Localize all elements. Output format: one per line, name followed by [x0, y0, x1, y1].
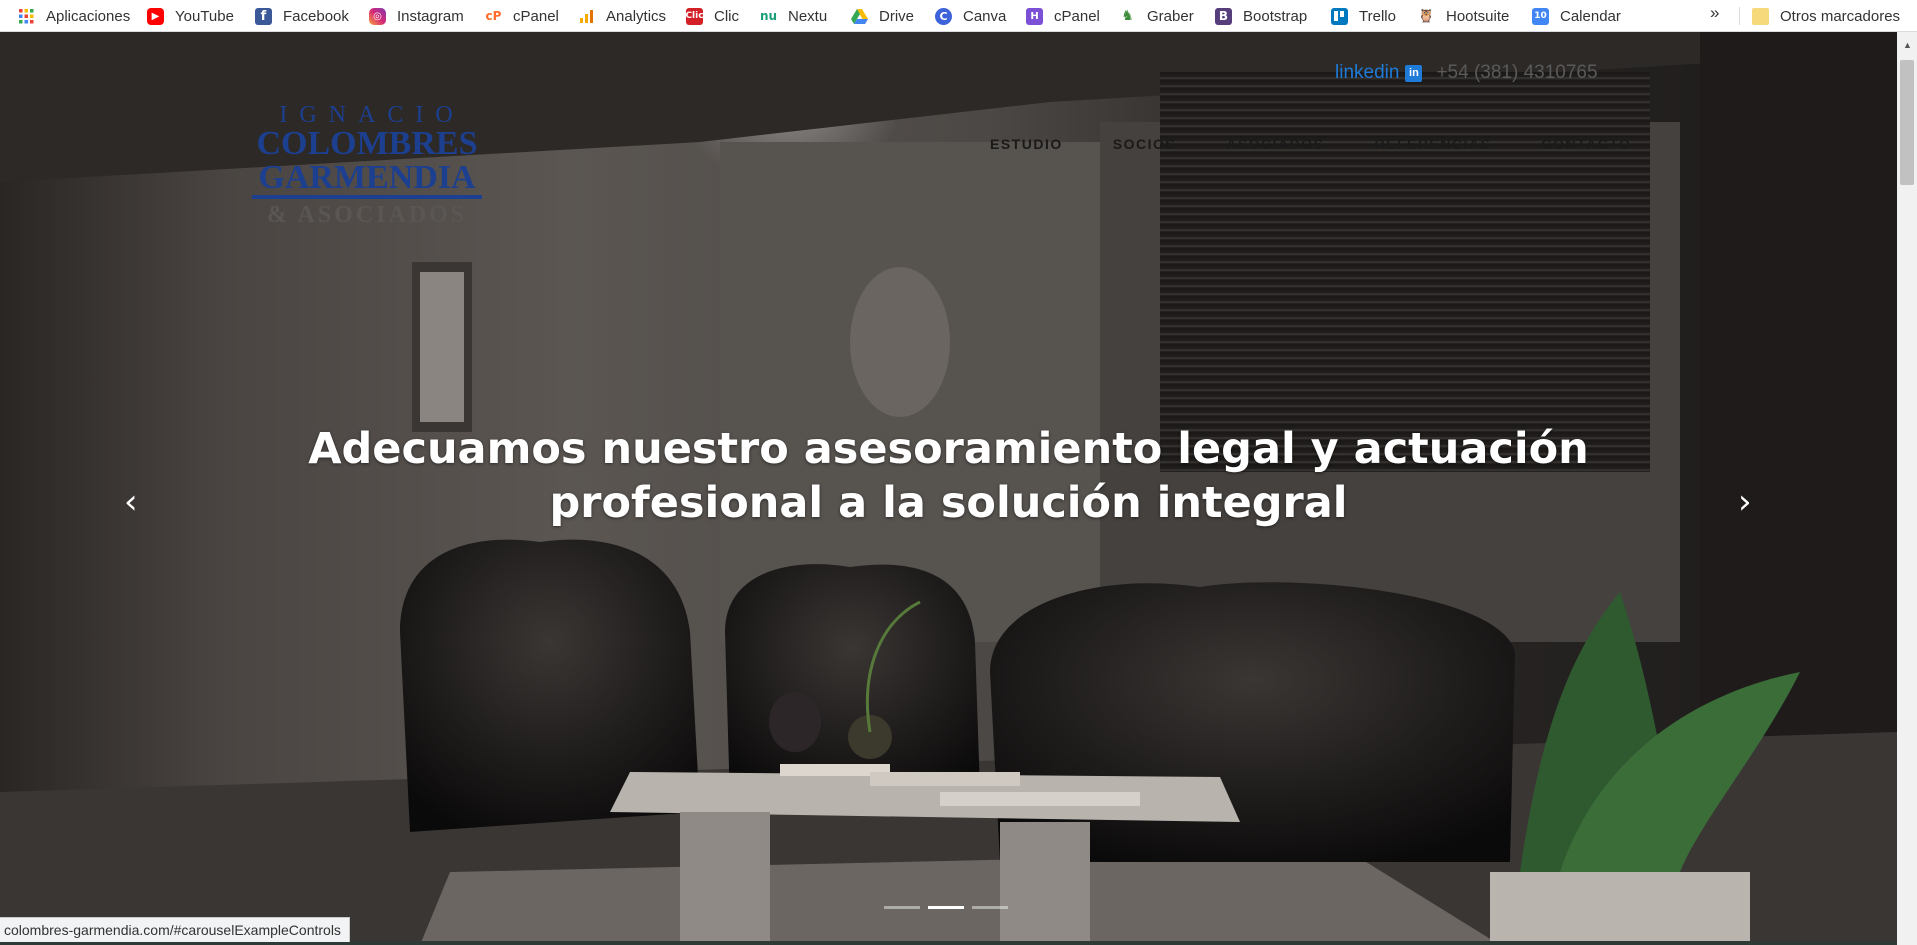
scrollbar-thumb[interactable] [1900, 60, 1914, 185]
scroll-up-arrow-icon[interactable]: ▲ [1903, 40, 1912, 50]
status-url: colombres-garmendia.com/#carouselExample… [0, 917, 350, 942]
bookmark-label: Calendar [1560, 7, 1621, 25]
bookmark-trello[interactable]: Trello [1331, 5, 1396, 27]
bookmark-clic[interactable]: Clic Clic [685, 5, 739, 27]
folder-icon [1752, 7, 1769, 25]
nav-asociados[interactable]: ASOCIADOS [1226, 136, 1324, 152]
calendar-icon: 10 [1532, 7, 1549, 25]
trello-icon [1331, 7, 1348, 25]
main-nav: ESTUDIO SOCIOS ASOCIADOS REFERENCIAS CON… [990, 136, 1681, 152]
phone-number[interactable]: +54 (381) 4310765 [1436, 62, 1597, 84]
graber-icon: ♞ [1121, 8, 1134, 24]
bookmark-aplicaciones[interactable]: Aplicaciones [18, 5, 130, 27]
nav-referencias[interactable]: REFERENCIAS [1375, 136, 1492, 152]
carousel-indicator-1[interactable] [884, 906, 920, 909]
bookmark-bootstrap[interactable]: B Bootstrap [1215, 5, 1307, 27]
nav-estudio[interactable]: ESTUDIO [990, 136, 1063, 152]
header-contact: linkedin in +54 (381) 4310765 [1335, 62, 1598, 84]
bookmark-cpanel-2[interactable]: H cPanel [1026, 5, 1100, 27]
nav-socios[interactable]: SOCIOS [1113, 136, 1176, 152]
cpanel-icon: cP [485, 9, 502, 23]
bookmark-label: Drive [879, 7, 915, 25]
bookmarks-overflow-chevron[interactable]: » [1710, 3, 1719, 23]
logo-rule [252, 195, 482, 199]
logo-line-asociados: & ASOCIADOS [267, 202, 467, 228]
hero-headline-line-1: Adecuamos nuestro asesoramiento legal y … [308, 424, 1589, 474]
carousel-indicators [884, 906, 1016, 909]
bookmark-otros-marcadores[interactable]: Otros marcadores [1752, 5, 1900, 27]
bookmark-label: Otros marcadores [1780, 7, 1901, 25]
bookmark-label: Facebook [283, 7, 349, 25]
bookmark-facebook[interactable]: f Facebook [255, 5, 349, 27]
hero-headline: Adecuamos nuestro asesoramiento legal y … [300, 422, 1597, 530]
bootstrap-icon: B [1215, 7, 1232, 25]
carousel-prev-chevron-icon[interactable]: ‹ [124, 482, 138, 522]
bookmark-drive[interactable]: Drive [851, 5, 914, 27]
bookmark-label: Instagram [397, 7, 464, 25]
bookmark-label: Hootsuite [1446, 7, 1510, 25]
carousel-indicator-2[interactable] [928, 906, 964, 909]
canva-icon: C [935, 7, 952, 25]
linkedin-icon: in [1405, 64, 1423, 82]
bookmark-instagram[interactable]: ◎ Instagram [369, 5, 464, 27]
logo-line-colombres: COLOMBRES [256, 125, 477, 162]
youtube-icon: ▶ [147, 7, 164, 25]
bookmark-label: YouTube [175, 7, 234, 25]
hootsuite-icon: 🦉 [1418, 8, 1435, 24]
carousel-next-chevron-icon[interactable]: › [1738, 482, 1752, 522]
nextu-icon: nu [759, 9, 778, 23]
bookmark-graber[interactable]: ♞ Graber [1119, 5, 1194, 27]
drive-icon [851, 8, 868, 25]
bookmark-label: Bootstrap [1243, 7, 1308, 25]
clic-icon: Clic [685, 7, 704, 25]
bookmark-label: Clic [714, 7, 739, 25]
facebook-icon: f [255, 7, 272, 25]
bookmarks-divider [1739, 7, 1740, 25]
bookmark-canva[interactable]: C Canva [935, 5, 1006, 27]
bookmark-label: Aplicaciones [46, 7, 131, 25]
carousel-indicator-3[interactable] [972, 906, 1008, 909]
firm-logo[interactable]: IGNACIO COLOMBRES GARMENDIA & ASOCIADOS [252, 92, 492, 252]
linkedin-label: linkedin [1335, 62, 1400, 83]
linkedin-link[interactable]: linkedin in [1335, 62, 1423, 84]
bookmark-label: Analytics [606, 7, 667, 25]
bookmark-label: Nextu [788, 7, 828, 25]
bookmark-youtube[interactable]: ▶ YouTube [147, 5, 234, 27]
hero-headline-line-2: profesional a la solución integral [549, 478, 1348, 528]
bookmark-nextu[interactable]: nu Nextu [760, 5, 827, 27]
bookmark-hootsuite[interactable]: 🦉 Hootsuite [1418, 5, 1509, 27]
bookmark-label: cPanel [1054, 7, 1100, 25]
nav-contacto[interactable]: CONTACTO [1541, 136, 1631, 152]
logo-line-garmendia: GARMENDIA [258, 159, 476, 196]
bookmark-label: Graber [1147, 7, 1194, 25]
bookmark-calendar[interactable]: 10 Calendar [1532, 5, 1621, 27]
bookmarks-bar: Aplicaciones ▶ YouTube f Facebook ◎ Inst… [0, 0, 1917, 32]
instagram-icon: ◎ [369, 7, 386, 25]
bookmark-cpanel[interactable]: cP cPanel [485, 5, 559, 27]
bookmark-analytics[interactable]: Analytics [578, 5, 666, 27]
bookmark-label: Canva [963, 7, 1007, 25]
analytics-icon [578, 8, 595, 25]
bookmark-label: cPanel [513, 7, 559, 25]
cpanel-alt-icon: H [1026, 7, 1043, 25]
apps-grid-icon [18, 8, 35, 25]
hero-carousel: IGNACIO COLOMBRES GARMENDIA & ASOCIADOS … [0, 32, 1897, 945]
bookmark-label: Trello [1359, 7, 1396, 25]
